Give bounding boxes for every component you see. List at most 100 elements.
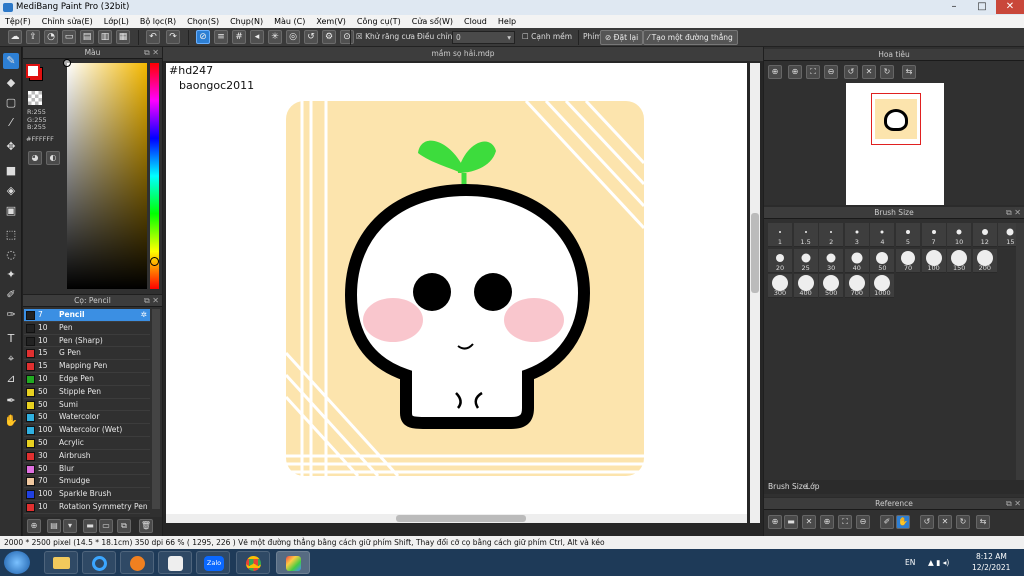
reference-rotate-right-icon[interactable]: ↻ (956, 515, 970, 529)
brush-size-option[interactable]: 1 (768, 223, 792, 247)
brush-size-option[interactable]: 4 (870, 223, 895, 247)
brush-size-option[interactable]: 20 (768, 248, 792, 273)
panel-close-icon[interactable]: ⧉ ✕ (144, 47, 159, 59)
pen-tool-icon[interactable]: ✒ (3, 393, 19, 409)
brush-list-item[interactable]: 10 Pen (Sharp) (24, 335, 150, 348)
brush-size-option[interactable]: 150 (947, 248, 972, 273)
start-button[interactable] (4, 551, 30, 574)
app-icon-taskbar[interactable] (158, 551, 192, 574)
snap-ellipse-icon[interactable]: ⊙ (340, 30, 354, 44)
brush-list-item[interactable]: 50 Sumi (24, 399, 150, 412)
operation-tool-icon[interactable]: ⌖ (3, 351, 19, 367)
new-file-icon[interactable]: ▭ (62, 30, 76, 44)
brush-list-item[interactable]: 7 Pencil ✲ (24, 309, 150, 322)
menu-color[interactable]: Màu (C) (274, 15, 305, 28)
hue-slider[interactable] (150, 63, 159, 289)
select-pen-tool-icon[interactable]: ✐ (3, 287, 19, 303)
gradient-tool-icon[interactable]: ▣ (3, 203, 19, 219)
menu-window[interactable]: Cửa sổ(W) (412, 15, 453, 28)
internet-explorer-icon[interactable] (82, 551, 116, 574)
brush-list-item[interactable]: 100 Watercolor (Wet) (24, 424, 150, 437)
reference-zoom-in-icon[interactable]: ⊕ (820, 515, 834, 529)
redo-icon[interactable]: ↷ (166, 30, 180, 44)
upload-icon[interactable]: ⇪ (26, 30, 40, 44)
hand-tool-icon[interactable]: ✋ (3, 413, 19, 429)
tab-brush-size[interactable]: Brush Size (768, 480, 807, 494)
reset-button[interactable]: ⊘ Đặt lại (600, 30, 644, 45)
magic-wand-tool-icon[interactable]: ✦ (3, 267, 19, 283)
tab-layer[interactable]: Lớp (806, 480, 820, 494)
clock-date[interactable]: 12/2/2021 (972, 563, 1010, 572)
reference-open-icon[interactable]: ⊕ (768, 515, 782, 529)
menu-layer[interactable]: Lớp(L) (104, 15, 129, 28)
canvas[interactable]: #hd247 baongoc2011 (166, 63, 747, 523)
grid-icon[interactable]: ▦ (116, 30, 130, 44)
dot-tool-icon[interactable]: ⁄ (3, 115, 19, 131)
saturation-value-picker[interactable] (67, 63, 147, 289)
brush-list-item[interactable]: 10 Edge Pen (24, 373, 150, 386)
create-line-button[interactable]: ⁄ Tạo một đường thẳng (643, 30, 738, 45)
rotate-left-icon[interactable]: ↺ (844, 65, 858, 79)
open-file-icon[interactable]: ▤ (80, 30, 94, 44)
brush-size-option[interactable]: 50 (870, 248, 895, 273)
brush-size-option[interactable]: 400 (793, 274, 818, 298)
menu-cloud[interactable]: Cloud (464, 15, 487, 28)
brush-size-option[interactable]: 1000 (870, 274, 895, 298)
minimize-button[interactable]: – (940, 0, 968, 14)
brush-size-option[interactable]: 30 (819, 248, 844, 273)
select-tool-icon[interactable]: ⬚ (3, 227, 19, 243)
vertical-scrollbar-thumb[interactable] (751, 213, 759, 293)
brush-menu-icon[interactable]: ▾ (63, 519, 77, 533)
navigator-preview[interactable] (846, 83, 944, 205)
eraser-tool-icon[interactable]: ◆ (3, 75, 19, 91)
brush-paste-icon[interactable]: ▭ (99, 519, 113, 533)
brush-size-option[interactable]: 700 (844, 274, 869, 298)
snap-radial-icon[interactable]: ✳ (268, 30, 282, 44)
pencil-tool-icon[interactable]: ✎ (3, 53, 19, 69)
brush-settings-icon[interactable]: ✲ (141, 309, 147, 322)
chrome-icon[interactable] (236, 551, 270, 574)
media-player-icon[interactable] (120, 551, 154, 574)
hue-slider-handle[interactable] (150, 257, 159, 266)
palette-add-icon[interactable]: ◐ (46, 151, 60, 165)
menu-select[interactable]: Chọn(S) (187, 15, 219, 28)
reference-close-icon[interactable]: ✕ (802, 515, 816, 529)
palette-icon[interactable]: ◕ (28, 151, 42, 165)
reference-flip-icon[interactable]: ⇆ (976, 515, 990, 529)
brush-size-option[interactable]: 12 (972, 223, 997, 247)
snap-parallel-icon[interactable]: ≡ (214, 30, 228, 44)
snap-curve-icon[interactable]: ↺ (304, 30, 318, 44)
clock-time[interactable]: 8:12 AM (976, 552, 1007, 561)
navigator-viewport[interactable] (871, 93, 921, 145)
brush-list-item[interactable]: 50 Blur (24, 463, 150, 476)
menu-file[interactable]: Tệp(F) (5, 15, 31, 28)
tray-icons[interactable]: ▲ ▮ ◂) (928, 558, 949, 567)
flip-icon[interactable]: ⇆ (902, 65, 916, 79)
brush-size-option[interactable]: 200 (972, 248, 997, 273)
antialias-checkbox[interactable]: ☒ Khử răng cưa (356, 32, 415, 41)
document-tab[interactable]: mầm sọ hải.mdp (163, 47, 763, 61)
brush-size-option[interactable]: 5 (896, 223, 920, 247)
medibang-icon[interactable] (276, 551, 310, 574)
brush-size-option[interactable]: 500 (819, 274, 844, 298)
brush-size-option[interactable]: 100 (921, 248, 946, 273)
brush-copy-icon[interactable]: ⧉ (117, 519, 131, 533)
comment-icon[interactable]: ◔ (44, 30, 58, 44)
save-icon[interactable]: ▥ (98, 30, 112, 44)
panel-close-icon[interactable]: ⧉ ✕ (144, 295, 159, 307)
reference-hand-icon[interactable]: ✋ (896, 515, 910, 529)
brush-list-item[interactable]: 50 Watercolor (24, 411, 150, 425)
transparent-swatch[interactable] (28, 91, 42, 105)
brush-size-option[interactable]: 300 (768, 274, 792, 298)
brush-list-item[interactable]: 30 Airbrush (24, 450, 150, 463)
reference-fit-icon[interactable]: ⛶ (838, 515, 852, 529)
brush-list-item[interactable]: 10 Pen (24, 322, 150, 335)
undo-icon[interactable]: ↶ (146, 30, 160, 44)
brush-list-item[interactable]: 100 Sparkle Brush (24, 488, 150, 501)
menu-tools[interactable]: Công cụ(T) (357, 15, 401, 28)
select-eraser-tool-icon[interactable]: ✑ (3, 307, 19, 323)
bucket-tool-icon[interactable]: ◈ (3, 183, 19, 199)
reference-folder-icon[interactable]: ▬ (784, 515, 798, 529)
zoom-in-icon[interactable]: ⊕ (788, 65, 802, 79)
brush-material-icon[interactable]: ▤ (47, 519, 61, 533)
